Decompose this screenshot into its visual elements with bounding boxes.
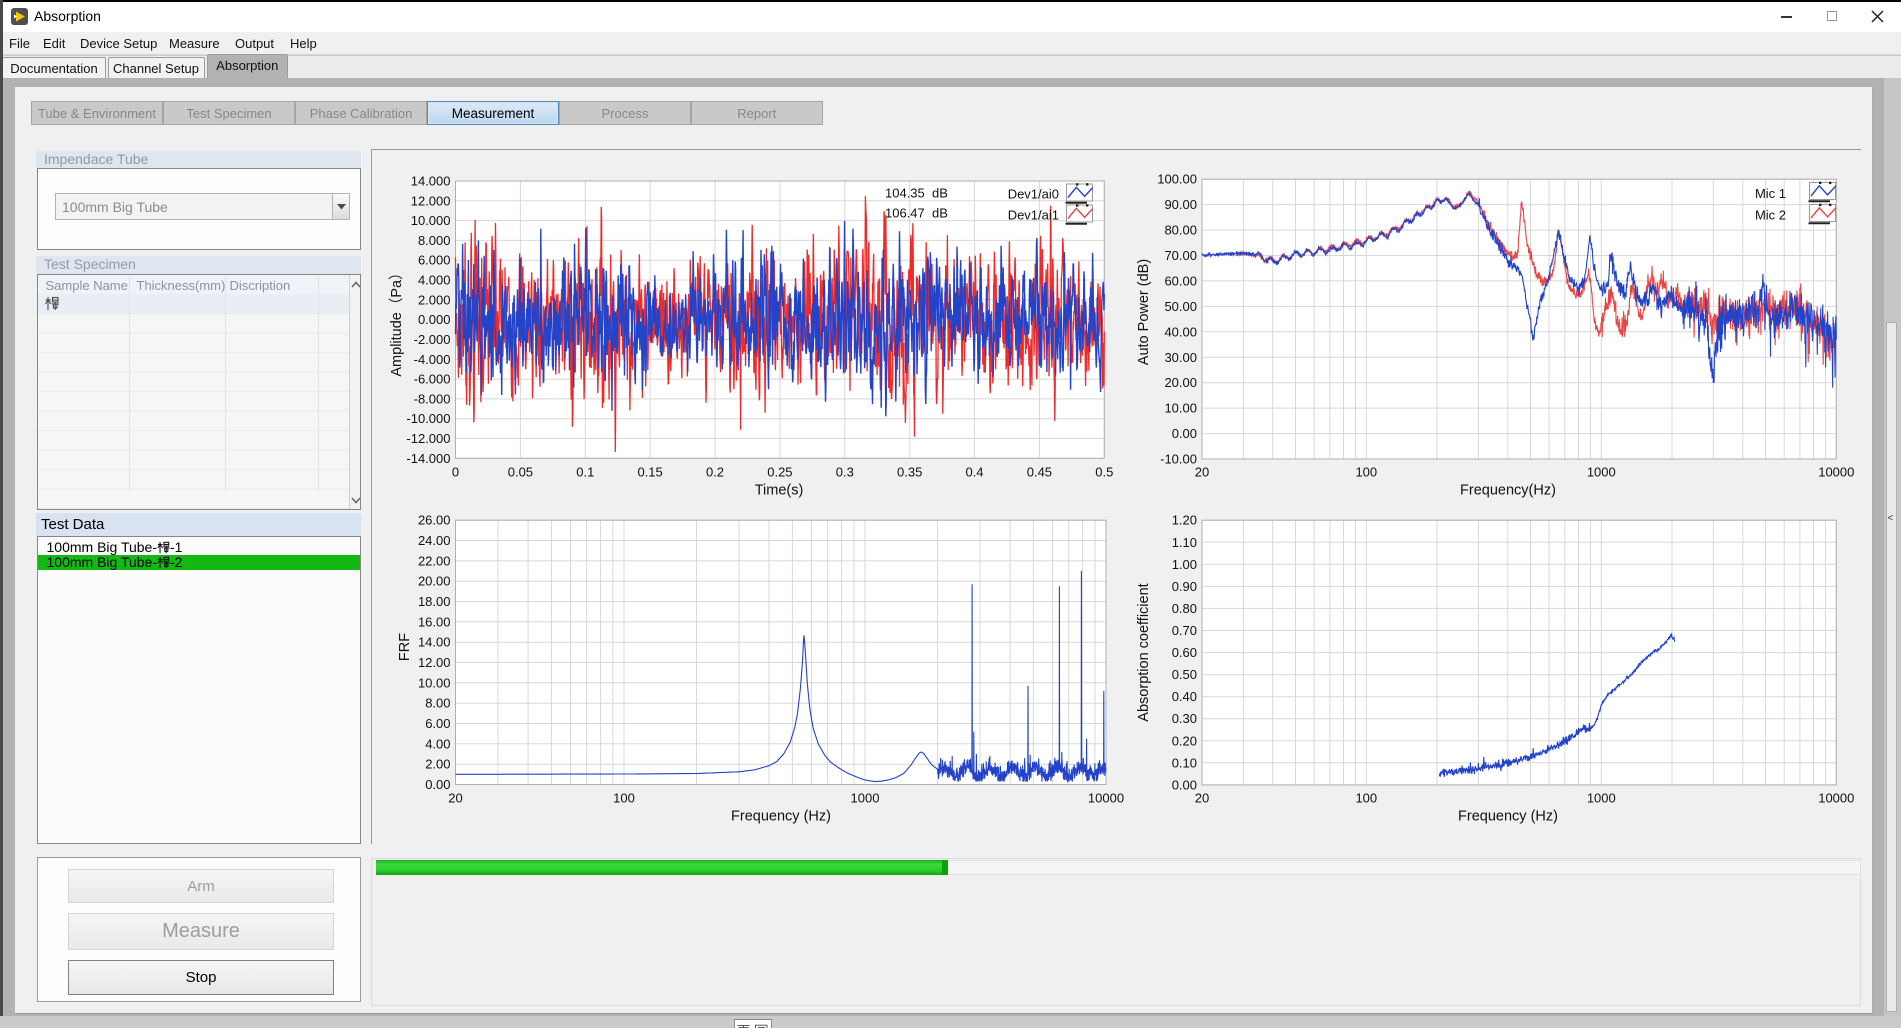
- svg-text:1.20: 1.20: [1172, 513, 1197, 528]
- svg-text:-6.000: -6.000: [414, 372, 451, 387]
- svg-text:0.1: 0.1: [576, 465, 594, 480]
- svg-text:-4.000: -4.000: [414, 352, 451, 367]
- svg-text:Frequency(Hz): Frequency(Hz): [1460, 483, 1556, 499]
- svg-text:0.00: 0.00: [1172, 777, 1197, 792]
- svg-text:14.00: 14.00: [418, 635, 451, 650]
- svg-text:0.00: 0.00: [425, 777, 450, 792]
- svg-text:2.000: 2.000: [418, 292, 451, 307]
- svg-text:Dev1/ai0: Dev1/ai0: [1008, 187, 1059, 202]
- svg-text:106.47 dB: 106.47 dB: [885, 206, 948, 221]
- svg-text:100: 100: [1355, 791, 1377, 806]
- svg-text:20.00: 20.00: [418, 574, 451, 589]
- svg-text:100.00: 100.00: [1157, 172, 1197, 187]
- svg-text:Frequency (Hz): Frequency (Hz): [1458, 809, 1558, 825]
- svg-text:0.05: 0.05: [508, 465, 533, 480]
- svg-text:1000: 1000: [1587, 465, 1616, 480]
- svg-text:4.00: 4.00: [425, 736, 450, 751]
- svg-text:6.000: 6.000: [418, 253, 451, 268]
- svg-text:8.00: 8.00: [425, 696, 450, 711]
- svg-text:Dev1/ai1: Dev1/ai1: [1008, 208, 1059, 223]
- svg-text:104.35 dB: 104.35 dB: [885, 186, 948, 201]
- svg-text:0: 0: [452, 465, 459, 480]
- svg-text:Frequency (Hz): Frequency (Hz): [731, 809, 831, 825]
- svg-text:0.30: 0.30: [1172, 711, 1197, 726]
- svg-text:22.00: 22.00: [418, 553, 451, 568]
- svg-text:0.80: 0.80: [1172, 601, 1197, 616]
- svg-text:0.90: 0.90: [1172, 579, 1197, 594]
- svg-text:20: 20: [1195, 791, 1209, 806]
- svg-text:0.5: 0.5: [1095, 465, 1113, 480]
- svg-text:0.25: 0.25: [767, 465, 792, 480]
- svg-text:-2.000: -2.000: [414, 332, 451, 347]
- svg-text:0.15: 0.15: [637, 465, 662, 480]
- svg-text:0.45: 0.45: [1027, 465, 1052, 480]
- svg-text:10000: 10000: [1818, 465, 1854, 480]
- svg-text:0.00: 0.00: [1172, 426, 1197, 441]
- svg-text:1.10: 1.10: [1172, 535, 1197, 550]
- svg-text:12.000: 12.000: [411, 193, 451, 208]
- svg-text:-12.000: -12.000: [406, 431, 450, 446]
- svg-text:1.00: 1.00: [1172, 557, 1197, 572]
- svg-text:0.70: 0.70: [1172, 623, 1197, 638]
- svg-text:-8.000: -8.000: [414, 391, 451, 406]
- svg-text:80.00: 80.00: [1164, 223, 1197, 238]
- svg-text:Mic 1: Mic 1: [1755, 186, 1786, 201]
- svg-text:24.00: 24.00: [418, 533, 451, 548]
- svg-text:12.00: 12.00: [418, 655, 451, 670]
- svg-text:0.000: 0.000: [418, 312, 451, 327]
- svg-text:10.00: 10.00: [418, 675, 451, 690]
- svg-text:0.60: 0.60: [1172, 645, 1197, 660]
- svg-text:4.000: 4.000: [418, 273, 451, 288]
- svg-text:0.20: 0.20: [1172, 733, 1197, 748]
- svg-text:Time(s): Time(s): [755, 483, 804, 499]
- svg-text:60.00: 60.00: [1164, 273, 1197, 288]
- svg-text:2.00: 2.00: [425, 757, 450, 772]
- svg-text:0.40: 0.40: [1172, 689, 1197, 704]
- svg-text:0.10: 0.10: [1172, 755, 1197, 770]
- svg-text:Mic 2: Mic 2: [1755, 208, 1786, 223]
- svg-text:10000: 10000: [1818, 791, 1854, 806]
- svg-text:70.00: 70.00: [1164, 248, 1197, 263]
- svg-text:-14.000: -14.000: [406, 451, 450, 466]
- svg-text:50.00: 50.00: [1164, 299, 1197, 314]
- svg-text:0.3: 0.3: [836, 465, 854, 480]
- svg-text:40.00: 40.00: [1164, 324, 1197, 339]
- svg-text:1000: 1000: [851, 791, 880, 806]
- svg-text:20.00: 20.00: [1164, 375, 1197, 390]
- svg-text:16.00: 16.00: [418, 614, 451, 629]
- svg-text:0.4: 0.4: [965, 465, 983, 480]
- svg-text:20: 20: [448, 791, 462, 806]
- svg-text:0.35: 0.35: [897, 465, 922, 480]
- svg-text:20: 20: [1195, 465, 1209, 480]
- svg-text:1000: 1000: [1587, 791, 1616, 806]
- svg-text:Auto Power (dB): Auto Power (dB): [1136, 259, 1152, 365]
- svg-text:-10.000: -10.000: [406, 411, 450, 426]
- svg-text:18.00: 18.00: [418, 594, 451, 609]
- svg-text:26.00: 26.00: [418, 513, 451, 528]
- svg-text:10000: 10000: [1088, 791, 1124, 806]
- svg-text:10.000: 10.000: [411, 213, 451, 228]
- svg-text:10.00: 10.00: [1164, 401, 1197, 416]
- svg-text:Amplitude（Pa）: Amplitude（Pa）: [388, 265, 405, 376]
- svg-text:Absorption coefficient: Absorption coefficient: [1136, 583, 1152, 721]
- svg-text:6.00: 6.00: [425, 716, 450, 731]
- svg-text:FRF: FRF: [397, 633, 413, 661]
- svg-text:30.00: 30.00: [1164, 350, 1197, 365]
- svg-text:90.00: 90.00: [1164, 197, 1197, 212]
- svg-text:-10.00: -10.00: [1160, 452, 1197, 467]
- svg-text:100: 100: [1355, 465, 1377, 480]
- svg-text:0.2: 0.2: [706, 465, 724, 480]
- svg-text:8.000: 8.000: [418, 233, 451, 248]
- svg-text:14.000: 14.000: [411, 174, 451, 189]
- svg-text:100: 100: [613, 791, 635, 806]
- svg-text:0.50: 0.50: [1172, 667, 1197, 682]
